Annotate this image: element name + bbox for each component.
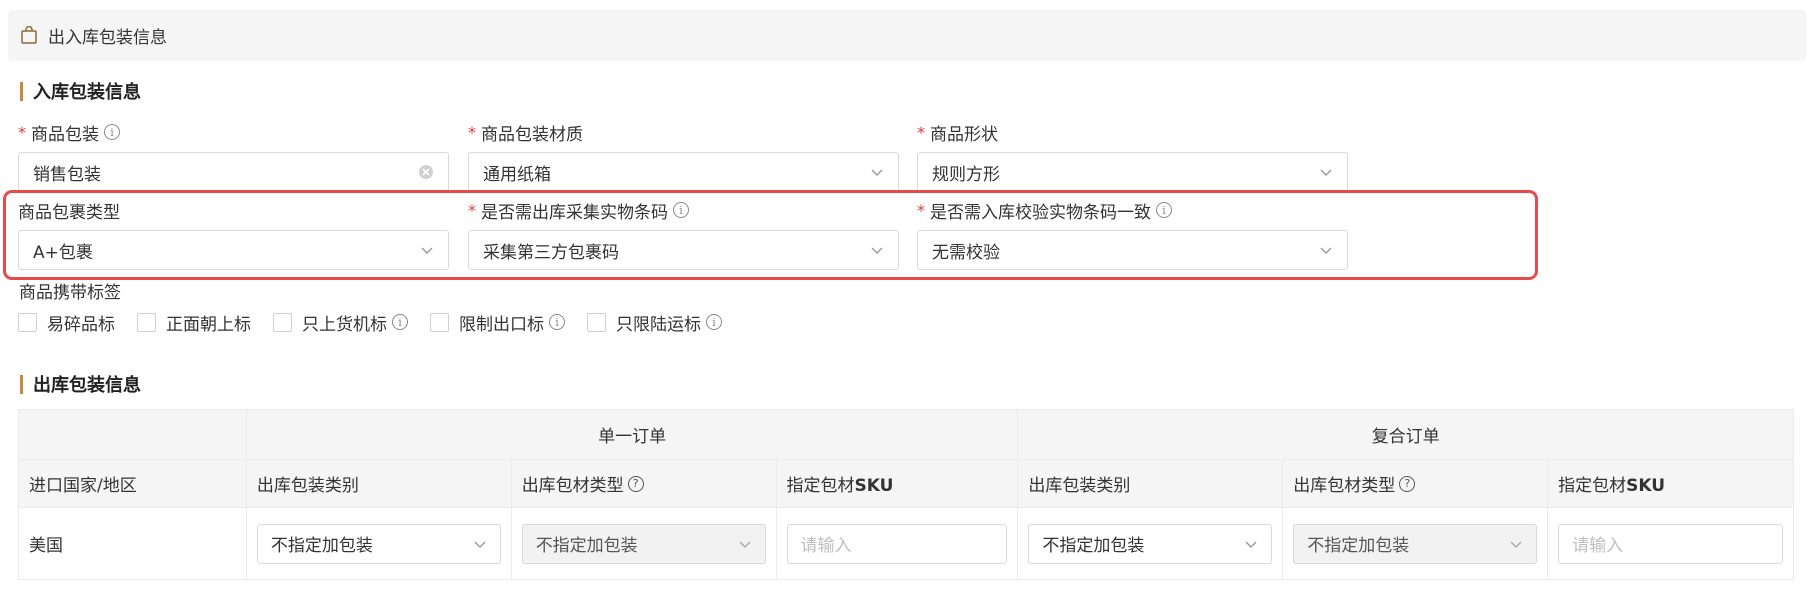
material-label: * 商品包装材质 <box>468 120 899 145</box>
checkbox[interactable] <box>18 312 37 332</box>
clear-icon[interactable] <box>418 164 434 180</box>
tag-fragile[interactable]: 易碎品标 <box>18 310 115 335</box>
help-icon[interactable]: ? <box>627 475 644 492</box>
checkbox[interactable] <box>273 312 292 332</box>
chevron-down-icon <box>473 537 487 551</box>
tag-export-restricted[interactable]: 限制出口标 i <box>430 310 565 335</box>
col-single-material-type: 出库包材类型? <box>510 459 777 508</box>
checkbox[interactable] <box>430 312 449 332</box>
info-icon[interactable]: i <box>392 314 408 330</box>
group-combined-order: 复合订单 <box>1017 409 1794 460</box>
tag-label: 限制出口标 <box>459 314 544 335</box>
packaging-field: * 商品包装 i 销售包装 <box>18 120 449 192</box>
shape-label: * 商品形状 <box>917 120 1348 145</box>
col-label: 出库包材类型 <box>521 476 624 496</box>
chevron-down-icon <box>1509 537 1523 551</box>
single-category-select[interactable]: 不指定加包装 <box>256 523 501 564</box>
checkbox[interactable] <box>137 312 156 332</box>
shopping-bag-icon <box>20 25 40 46</box>
material-field: * 商品包装材质 通用纸箱 <box>468 120 899 192</box>
material-value: 通用纸箱 <box>483 164 551 185</box>
col-label-sku: SKU <box>854 476 894 496</box>
section-accent-bar <box>20 81 23 101</box>
info-icon[interactable]: i <box>104 124 120 140</box>
chevron-down-icon <box>870 165 884 179</box>
col-label-sku: SKU <box>1626 476 1666 496</box>
inbound-section-label: 入库包装信息 <box>33 82 141 103</box>
section-accent-bar <box>20 374 23 394</box>
help-icon[interactable]: ? <box>1399 475 1416 492</box>
single-category-cell: 不指定加包装 <box>245 507 512 580</box>
col-label: 指定包材 <box>1558 476 1627 496</box>
empty-header-cell <box>18 409 247 460</box>
tag-label: 正面朝上标 <box>166 314 251 335</box>
tag-shelf-machine-only[interactable]: 只上货机标 i <box>273 310 408 335</box>
checkbox[interactable] <box>587 312 606 332</box>
country-cell: 美国 <box>18 507 247 580</box>
combined-sku-cell: 请输入 <box>1547 507 1794 580</box>
select-value: 不指定加包装 <box>1042 536 1145 556</box>
tag-land-only[interactable]: 只限陆运标 i <box>587 310 722 335</box>
group-single-order: 单一订单 <box>245 409 1019 460</box>
combined-sku-input[interactable]: 请输入 <box>1558 523 1783 564</box>
info-icon[interactable]: i <box>706 314 722 330</box>
material-select[interactable]: 通用纸箱 <box>468 152 899 192</box>
packaging-label-text: 商品包装 <box>31 124 99 145</box>
column-header-row: 进口国家/地区 出库包装类别 出库包材类型? 指定包材SKU 出库包装类别 出库… <box>18 459 1794 508</box>
required-mark: * <box>917 122 925 142</box>
select-value: 不指定加包装 <box>535 536 638 556</box>
single-sku-input[interactable]: 请输入 <box>786 523 1008 564</box>
tag-label: 只上货机标 <box>302 314 387 335</box>
combined-material-select: 不指定加包装 <box>1293 523 1538 564</box>
col-label: 指定包材 <box>786 476 855 496</box>
single-sku-cell: 请输入 <box>775 507 1019 580</box>
info-icon[interactable]: i <box>549 314 565 330</box>
single-material-cell: 不指定加包装 <box>510 507 777 580</box>
required-mark: * <box>18 122 26 142</box>
single-material-select: 不指定加包装 <box>521 523 766 564</box>
tag-this-side-up[interactable]: 正面朝上标 <box>137 310 251 335</box>
shape-label-text: 商品形状 <box>930 124 998 145</box>
group-header-row: 单一订单 复合订单 <box>18 409 1794 460</box>
shape-value: 规则方形 <box>932 164 1000 185</box>
col-country: 进口国家/地区 <box>18 459 247 508</box>
packaging-label: * 商品包装 i <box>18 120 449 145</box>
card-header: 出入库包装信息 <box>8 10 1806 61</box>
shape-field: * 商品形状 规则方形 <box>917 120 1348 192</box>
combined-material-cell: 不指定加包装 <box>1282 507 1549 580</box>
packaging-select[interactable]: 销售包装 <box>18 152 449 192</box>
inbound-section-title: 入库包装信息 <box>20 78 141 104</box>
chevron-down-icon <box>1319 165 1333 179</box>
col-label: 出库包材类型 <box>1293 476 1396 496</box>
shape-select[interactable]: 规则方形 <box>917 152 1348 192</box>
table-row: 美国 不指定加包装 不指定加包装 请输入 不指定加包装 不指定加包装 请输入 <box>18 507 1794 580</box>
select-value: 不指定加包装 <box>270 536 373 556</box>
outbound-section-title: 出库包装信息 <box>20 371 141 397</box>
combined-category-cell: 不指定加包装 <box>1017 507 1284 580</box>
chevron-down-icon <box>738 537 752 551</box>
col-combined-sku: 指定包材SKU <box>1547 459 1794 508</box>
tags-checkbox-group: 易碎品标 正面朝上标 只上货机标 i 限制出口标 i 只限陆运标 i <box>18 310 744 335</box>
col-combined-material-type: 出库包材类型? <box>1282 459 1549 508</box>
tag-label: 易碎品标 <box>47 314 115 335</box>
packaging-value: 销售包装 <box>33 164 101 185</box>
col-combined-pack-category: 出库包装类别 <box>1017 459 1284 508</box>
col-single-pack-category: 出库包装类别 <box>245 459 512 508</box>
select-value: 不指定加包装 <box>1307 536 1410 556</box>
highlight-box <box>3 190 1538 280</box>
outbound-section-label: 出库包装信息 <box>33 375 141 396</box>
chevron-down-icon <box>1244 537 1258 551</box>
tag-label: 只限陆运标 <box>616 314 701 335</box>
material-label-text: 商品包装材质 <box>481 124 583 145</box>
tags-label: 商品携带标签 <box>19 283 121 303</box>
outbound-packaging-table: 单一订单 复合订单 进口国家/地区 出库包装类别 出库包材类型? 指定包材SKU… <box>18 409 1794 580</box>
combined-category-select[interactable]: 不指定加包装 <box>1028 523 1273 564</box>
required-mark: * <box>468 122 476 142</box>
card-title: 出入库包装信息 <box>48 28 167 48</box>
col-single-sku: 指定包材SKU <box>775 459 1019 508</box>
